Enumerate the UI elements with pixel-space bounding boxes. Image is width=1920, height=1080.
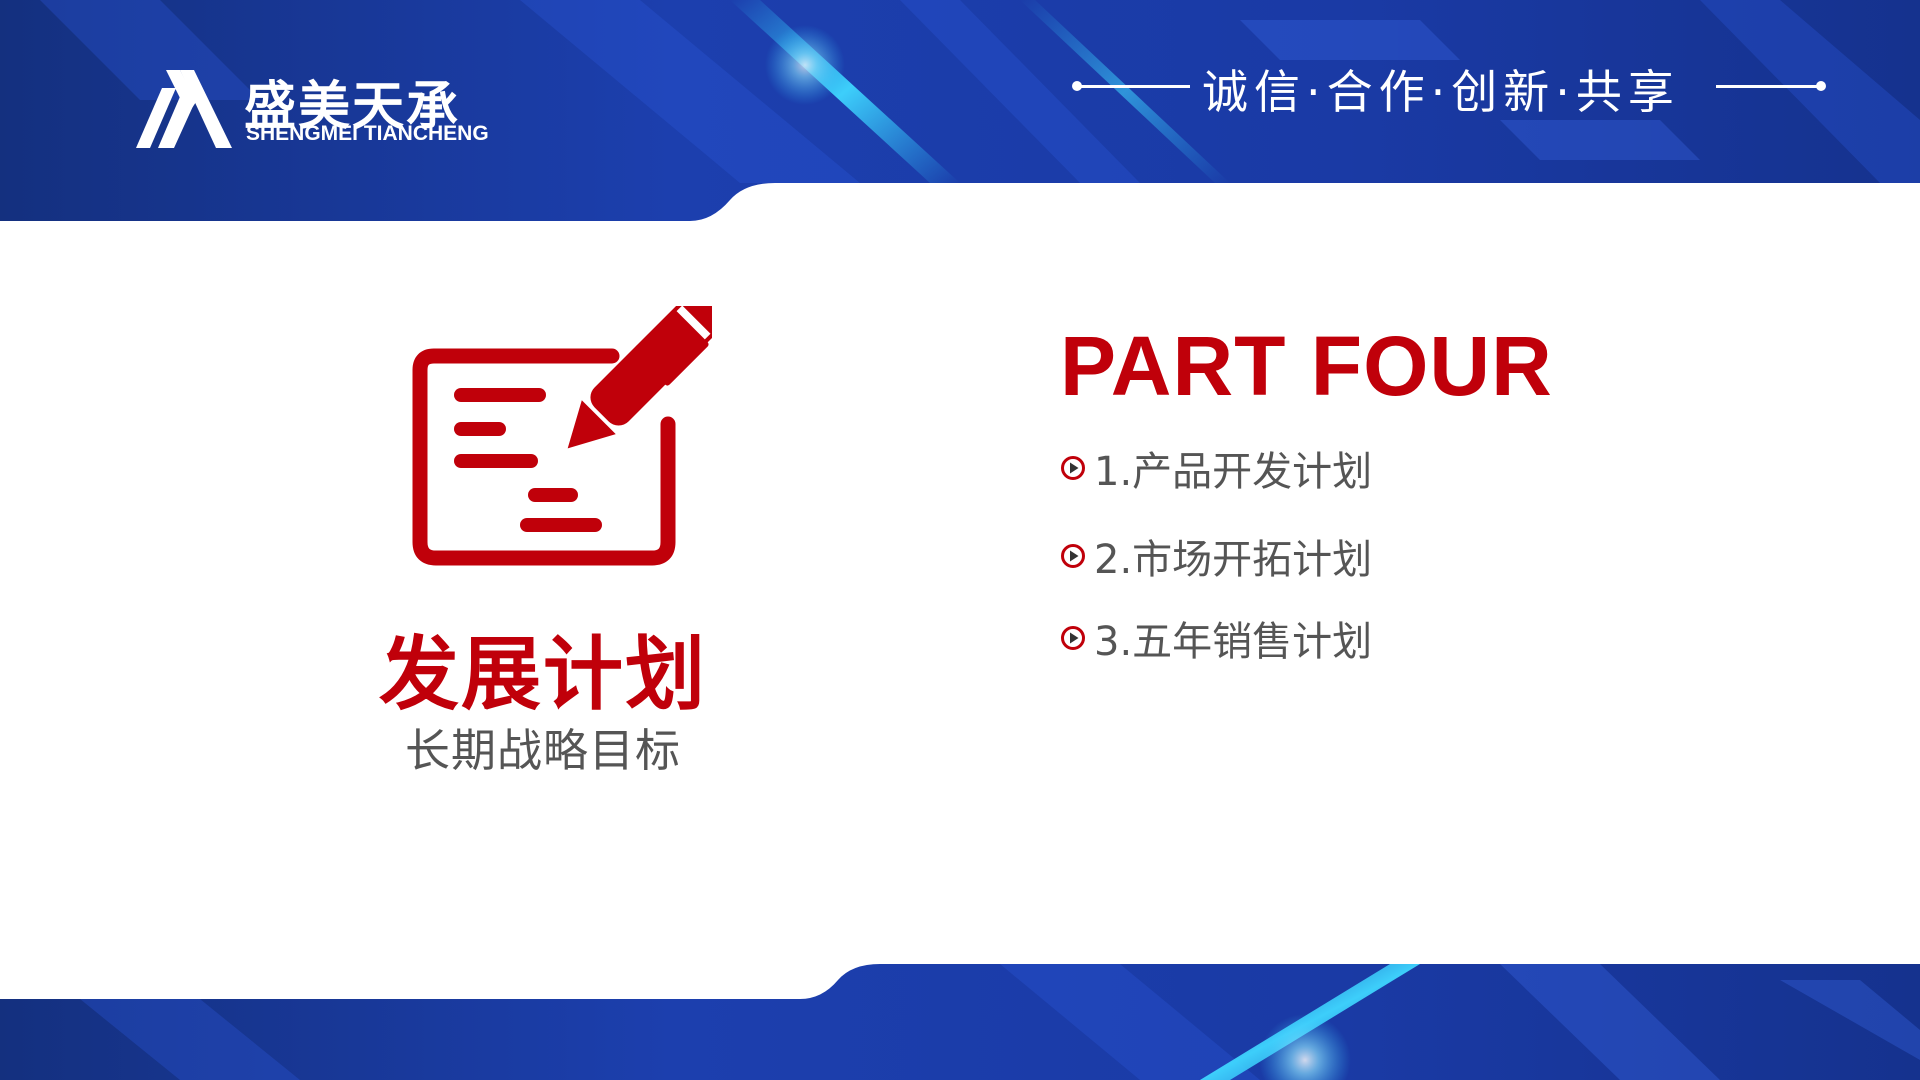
agenda-item-label: 1.产品开发计划: [1094, 449, 1373, 495]
company-logo: 盛美天承 SHENGMEI TIANCHENG: [136, 66, 506, 156]
plan-edit-icon: [412, 306, 712, 566]
slide: 盛美天承 SHENGMEI TIANCHENG 诚信·合作·创新·共享 发展计划…: [0, 0, 1920, 1080]
section-subtitle: 长期战略目标: [404, 724, 681, 777]
slogan-line-left: [1078, 85, 1190, 88]
play-bullet-icon: [1061, 626, 1085, 650]
brand-name-en: SHENGMEI TIANCHENG: [246, 122, 489, 145]
slogan-bar: 诚信·合作·创新·共享: [1072, 56, 1828, 119]
agenda-item[interactable]: 1.产品开发计划: [1060, 442, 1373, 495]
play-bullet-icon: [1061, 544, 1085, 568]
play-bullet-icon: [1061, 456, 1085, 480]
agenda-item[interactable]: 3.五年销售计划: [1060, 612, 1373, 665]
agenda-item-label: 2.市场开拓计划: [1094, 537, 1373, 583]
slogan-line-right: [1716, 85, 1822, 88]
slogan-dot-right: [1816, 81, 1826, 91]
slogan-text: 诚信·合作·创新·共享: [1202, 65, 1680, 119]
background-decoration: [0, 0, 1920, 1080]
logo-mark-icon: [136, 70, 232, 148]
agenda-item[interactable]: 2.市场开拓计划: [1060, 530, 1373, 583]
part-title: PART FOUR: [1060, 319, 1553, 413]
agenda-item-label: 3.五年销售计划: [1094, 619, 1373, 665]
section-title: 发展计划: [379, 628, 707, 721]
